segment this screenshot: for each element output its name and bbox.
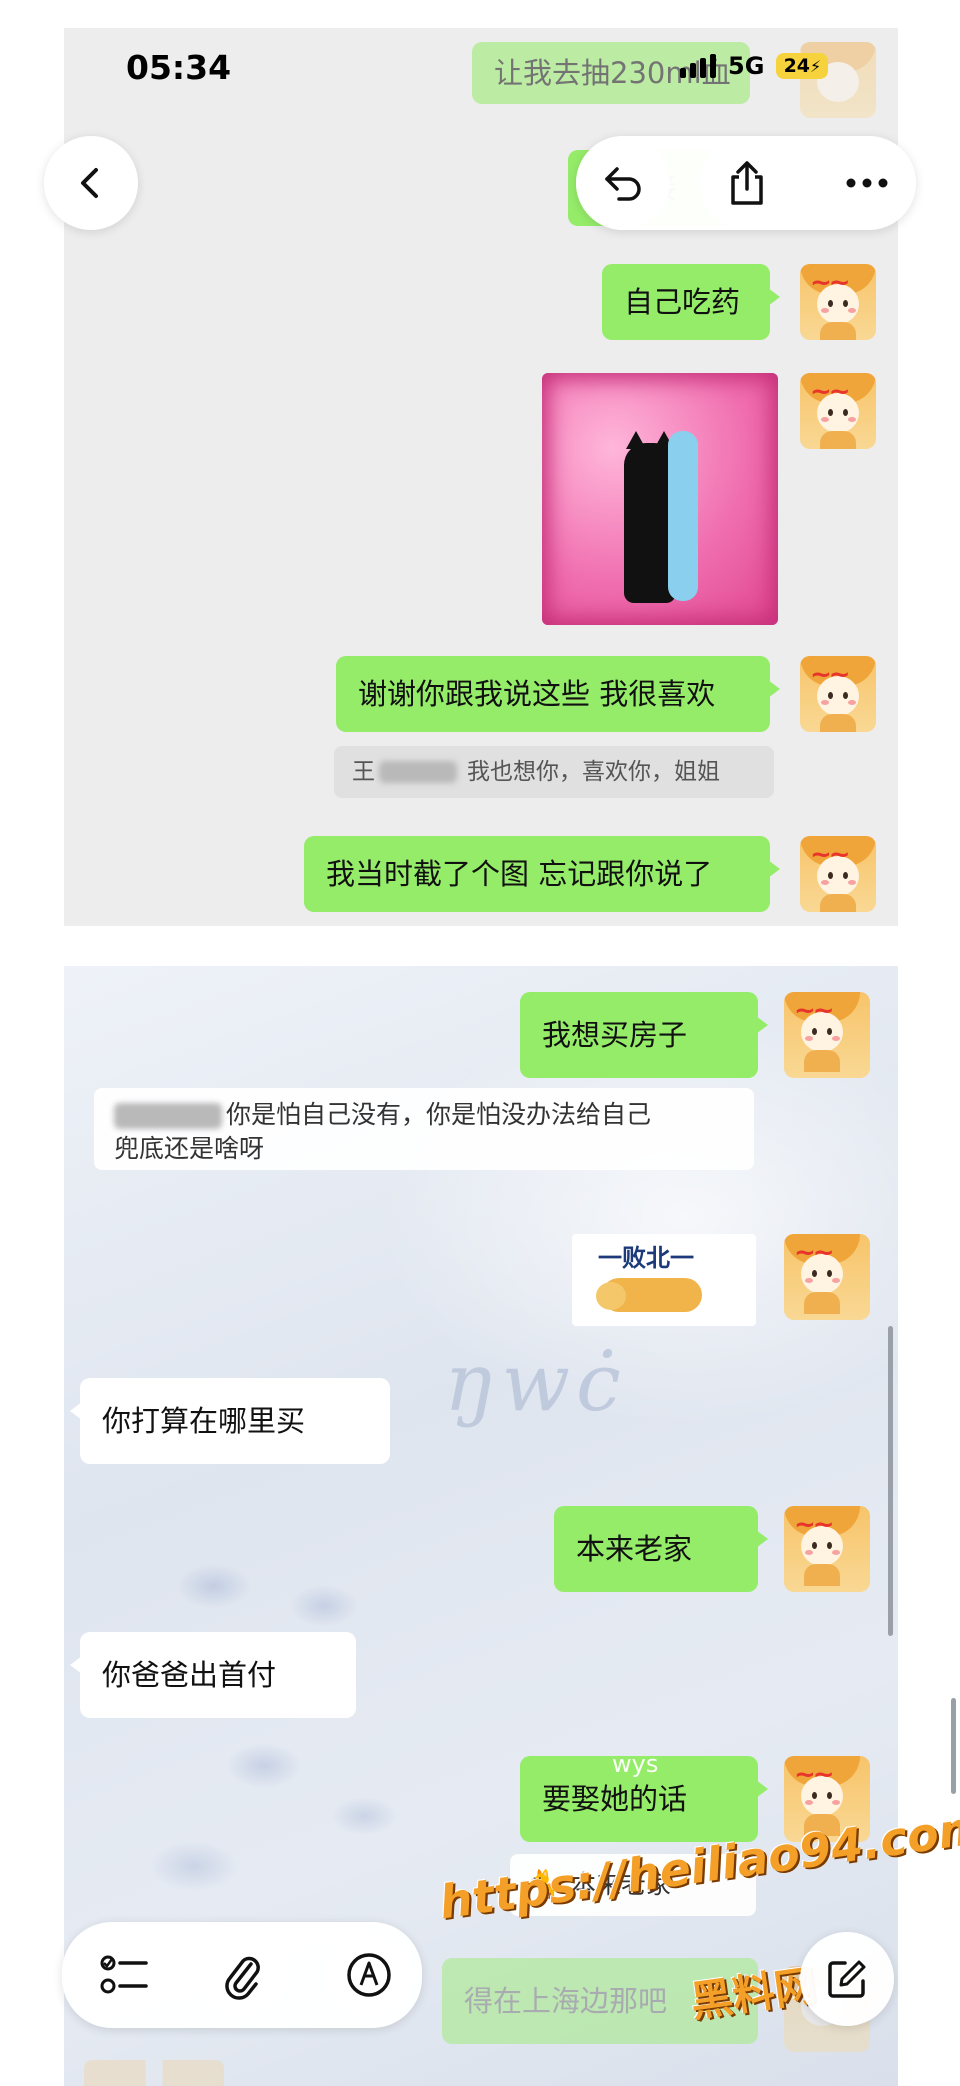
markup-button[interactable] xyxy=(326,1932,412,2018)
avatar: ~~ xyxy=(800,264,876,340)
quoted-message[interactable]: 王 我也想你，喜欢你，姐姐 xyxy=(334,746,774,798)
compose-icon xyxy=(828,1960,866,1998)
attach-button[interactable] xyxy=(200,1932,286,2018)
network-type: 5G xyxy=(728,52,765,80)
message-bubble: 我想买房子 xyxy=(520,992,768,1078)
message-text: 得在上海边那吧 xyxy=(464,1984,668,2018)
paperclip-icon xyxy=(225,1956,260,2000)
watermark-tag: wys xyxy=(612,1750,659,1778)
redacted-name xyxy=(379,761,457,783)
message-text: 本来老家 xyxy=(576,1532,693,1566)
message-text: 谢谢你跟我说这些 我很喜欢 xyxy=(358,677,716,711)
reply-arrow-icon xyxy=(605,167,641,201)
status-time: 05:34 xyxy=(126,48,232,87)
page-scrollbar[interactable] xyxy=(951,1698,956,1794)
message-bubble: 本来老家 xyxy=(554,1506,768,1592)
quoted-message[interactable]: 你是怕自己没有，你是怕没办法给自己 兜底还是啥呀 xyxy=(94,1088,754,1170)
defeat-sticker-image[interactable]: 一败北一 xyxy=(572,1234,756,1326)
snow-writing: ŋwċ xyxy=(444,1336,627,1429)
status-icons: 5G 24 ⚡ xyxy=(680,52,829,80)
avatar: ~~ xyxy=(800,373,876,449)
share-button[interactable] xyxy=(700,136,794,230)
chevron-left-icon xyxy=(81,168,98,198)
checklist-icon xyxy=(100,1955,148,1994)
cat-ear-left xyxy=(626,431,646,449)
redacted-name xyxy=(114,1103,222,1129)
chat-scrollbar[interactable] xyxy=(888,1326,893,1636)
message-bubble: 你打算在哪里买 xyxy=(70,1378,390,1464)
message-text: 我当时截了个图 忘记跟你说了 xyxy=(326,857,713,891)
message-bubble: 我当时截了个图 忘记跟你说了 xyxy=(304,836,780,912)
quote-text: 我也想你，喜欢你，姐姐 xyxy=(467,759,720,785)
avatar: ~~ xyxy=(784,1506,870,1592)
quote-line-2: 兜底还是啥呀 xyxy=(114,1134,265,1163)
quote-author: 王 xyxy=(352,759,375,785)
message-bubble: 谢谢你跟我说这些 我很喜欢 xyxy=(336,656,780,732)
quote-line-1: 你是怕自己没有，你是怕没办法给自己 xyxy=(114,1098,734,1132)
avatar: ~~ xyxy=(784,992,870,1078)
sticker-label: 一败北一 xyxy=(598,1244,694,1272)
message-bubble: 你爸爸出首付 xyxy=(70,1632,356,1718)
compose-button[interactable] xyxy=(800,1932,894,2026)
signal-icon xyxy=(680,54,716,78)
message-text: 我想买房子 xyxy=(542,1018,688,1052)
battery-icon: 24 ⚡ xyxy=(776,53,829,79)
reply-button[interactable] xyxy=(576,136,670,230)
back-button[interactable] xyxy=(44,136,138,230)
blue-cat-shape xyxy=(668,431,698,601)
avatar: ~~ xyxy=(800,836,876,912)
message-bubble: 自己吃药 xyxy=(602,264,780,340)
message-text: 自己吃药 xyxy=(624,285,741,319)
avatar: ~~ xyxy=(800,656,876,732)
message-text: 你打算在哪里买 xyxy=(102,1404,306,1438)
cat-sticker-image[interactable] xyxy=(542,373,778,625)
more-button[interactable] xyxy=(820,136,914,230)
message-text: 你爸爸出首付 xyxy=(102,1658,277,1692)
partial-avatars-bottom xyxy=(84,2060,224,2086)
share-upload-icon xyxy=(731,161,763,205)
message-text: 要娶她的话 xyxy=(542,1782,688,1816)
markup-pen-icon xyxy=(347,1953,391,1997)
avatar: ~~ xyxy=(784,1234,870,1320)
battery-level: 24 xyxy=(783,55,811,77)
more-dots-icon xyxy=(846,178,888,188)
cat-head-shape xyxy=(596,1282,626,1310)
checklist-button[interactable] xyxy=(82,1932,168,2018)
